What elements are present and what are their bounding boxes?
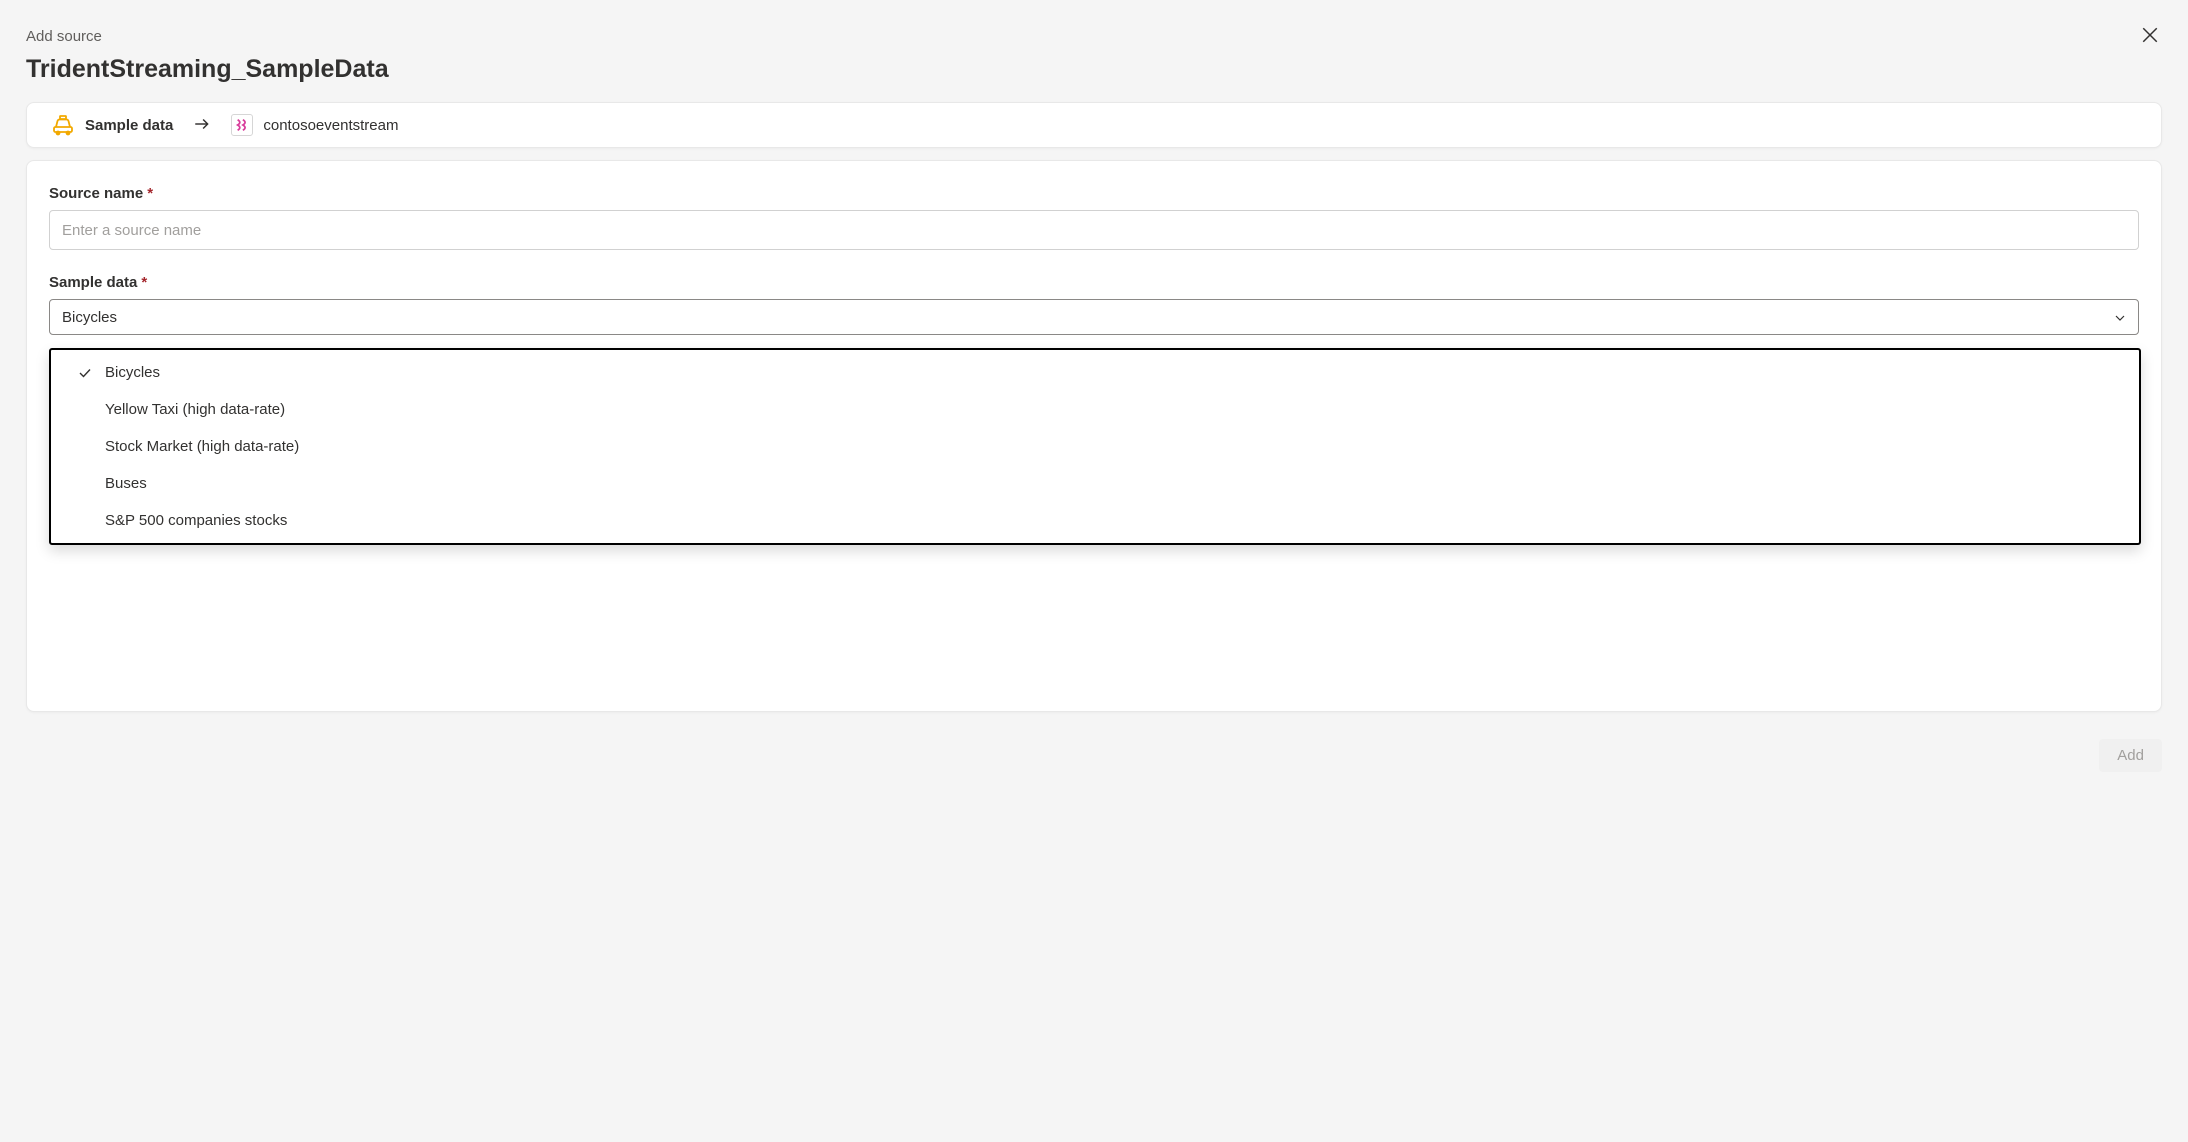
- form-card: Source name* Sample data* Bicycles: [26, 160, 2162, 712]
- breadcrumb-source-label: Sample data: [85, 117, 173, 134]
- close-icon: [2141, 26, 2159, 47]
- sample-data-dropdown[interactable]: Bicycles: [49, 299, 2139, 335]
- sample-data-label: Sample data*: [49, 274, 2139, 291]
- required-asterisk: *: [147, 185, 153, 202]
- option-yellow-taxi[interactable]: Yellow Taxi (high data-rate): [51, 391, 2139, 428]
- option-label: Stock Market (high data-rate): [105, 438, 299, 455]
- source-name-label: Source name*: [49, 185, 2139, 202]
- arrow-right-icon: [193, 115, 211, 136]
- breadcrumb-destination-label: contosoeventstream: [263, 117, 398, 134]
- option-bicycles[interactable]: Bicycles: [51, 354, 2139, 391]
- close-button[interactable]: [2136, 22, 2164, 50]
- breadcrumb: Sample data contosoeventstream: [26, 102, 2162, 148]
- dialog-label: Add source: [26, 28, 2162, 45]
- option-sp500[interactable]: S&P 500 companies stocks: [51, 502, 2139, 539]
- option-buses[interactable]: Buses: [51, 465, 2139, 502]
- option-label: S&P 500 companies stocks: [105, 512, 287, 529]
- dialog-footer: Add: [2099, 739, 2162, 772]
- chevron-down-icon: [2114, 311, 2126, 323]
- source-name-input[interactable]: [49, 210, 2139, 250]
- option-label: Buses: [105, 475, 147, 492]
- checkmark-icon: [77, 365, 93, 381]
- add-button[interactable]: Add: [2099, 739, 2162, 772]
- option-stock-market[interactable]: Stock Market (high data-rate): [51, 428, 2139, 465]
- option-label: Bicycles: [105, 364, 160, 381]
- field-source-name: Source name*: [49, 185, 2139, 250]
- required-asterisk: *: [141, 274, 147, 291]
- taxi-icon: [51, 113, 75, 137]
- sample-data-listbox: Bicycles Yellow Taxi (high data-rate) St…: [49, 348, 2141, 545]
- dialog-header: Add source TridentStreaming_SampleData: [26, 28, 2162, 84]
- breadcrumb-destination: contosoeventstream: [231, 114, 398, 136]
- breadcrumb-source: Sample data: [51, 113, 173, 137]
- add-source-dialog: Add source TridentStreaming_SampleData: [0, 0, 2188, 790]
- field-sample-data: Sample data* Bicycles Bicycl: [49, 274, 2139, 335]
- option-label: Yellow Taxi (high data-rate): [105, 401, 285, 418]
- page-title: TridentStreaming_SampleData: [26, 55, 2162, 84]
- eventstream-icon: [231, 114, 253, 136]
- dropdown-selected-value: Bicycles: [62, 309, 117, 326]
